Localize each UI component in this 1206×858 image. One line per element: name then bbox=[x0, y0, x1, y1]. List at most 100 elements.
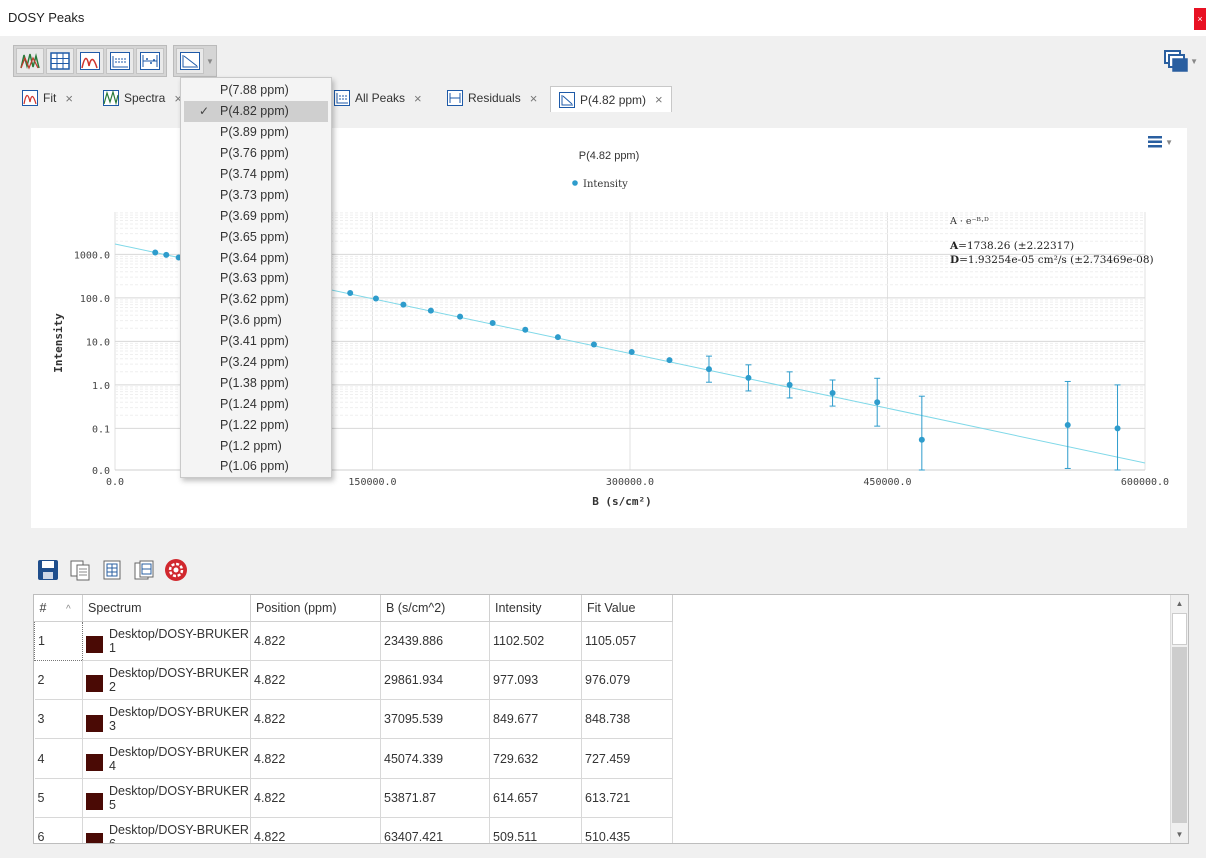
main-toolbar: ▼ bbox=[13, 45, 217, 77]
column-header-spectrum[interactable]: Spectrum bbox=[82, 595, 251, 622]
spectrum-cell: Desktop/DOSY-BRUKER 3 bbox=[82, 699, 251, 740]
table-export-icon[interactable] bbox=[99, 557, 125, 583]
peak-menu-item-label: P(3.76 ppm) bbox=[220, 146, 289, 161]
peak-menu-item[interactable]: P(7.88 ppm) bbox=[181, 80, 331, 101]
peak-menu-item[interactable]: P(3.74 ppm) bbox=[181, 164, 331, 185]
peak-menu-item[interactable]: P(1.2 ppm) bbox=[181, 435, 331, 456]
residuals-icon[interactable] bbox=[136, 48, 164, 74]
position-cell: 4.822 bbox=[250, 699, 381, 740]
peak-menu-item[interactable]: P(1.38 ppm) bbox=[181, 372, 331, 393]
y-tick-label: 100.0 bbox=[80, 294, 110, 305]
peak-menu-item[interactable]: P(3.89 ppm) bbox=[181, 122, 331, 143]
close-tab-icon[interactable]: × bbox=[414, 91, 422, 106]
tab-spectra[interactable]: Spectra × bbox=[103, 86, 182, 110]
all-peaks-icon bbox=[334, 90, 350, 106]
spectrum-path: Desktop/DOSY-BRUKER bbox=[109, 823, 249, 838]
spectra-view-icon[interactable] bbox=[16, 48, 44, 74]
peak-menu-item[interactable]: P(3.65 ppm) bbox=[181, 226, 331, 247]
data-point bbox=[522, 326, 529, 333]
column-header-b-value[interactable]: B (s/cm^2) bbox=[380, 595, 490, 622]
data-point bbox=[590, 341, 597, 348]
peak-menu-item[interactable]: P(3.73 ppm) bbox=[181, 184, 331, 205]
color-swatch[interactable] bbox=[86, 675, 103, 693]
color-swatch[interactable] bbox=[86, 714, 103, 732]
window-layout-button[interactable]: ▼ bbox=[1164, 50, 1198, 72]
row-index: 4 bbox=[34, 738, 83, 779]
settings-icon[interactable] bbox=[163, 557, 189, 583]
peak-menu-item-label: P(3.73 ppm) bbox=[220, 187, 289, 202]
column-header-index[interactable]: # ^ bbox=[34, 595, 83, 622]
check-icon: ✓ bbox=[199, 103, 210, 118]
peak-menu-item[interactable]: P(3.41 ppm) bbox=[181, 331, 331, 352]
tab-fit[interactable]: Fit × bbox=[22, 86, 73, 110]
table-row[interactable]: 1 Desktop/DOSY-BRUKER 1 4.822 23439.886 1102.… bbox=[34, 620, 673, 661]
data-point bbox=[457, 313, 464, 320]
peak-menu-item[interactable]: P(3.76 ppm) bbox=[181, 143, 331, 164]
peak-menu-item[interactable]: P(1.24 ppm) bbox=[181, 393, 331, 414]
table-scrollbar[interactable]: ▲ ▼ bbox=[1170, 595, 1188, 843]
spectrum-number: 3 bbox=[109, 719, 116, 734]
data-point bbox=[489, 319, 496, 326]
spectrum-path: Desktop/DOSY-BRUKER bbox=[109, 665, 249, 680]
all-peaks-icon[interactable] bbox=[106, 48, 134, 74]
intensity-cell: 509.511 bbox=[489, 817, 582, 843]
spectrum-path: Desktop/DOSY-BRUKER bbox=[109, 626, 249, 641]
peak-menu-item-label: P(1.24 ppm) bbox=[220, 396, 289, 411]
data-point bbox=[163, 251, 170, 258]
peak-menu-item[interactable]: P(3.64 ppm) bbox=[181, 247, 331, 268]
chevron-down-icon: ▼ bbox=[206, 56, 214, 66]
fit-curve-icon[interactable] bbox=[76, 48, 104, 74]
intensity-cell: 1102.502 bbox=[489, 621, 582, 661]
fit-param-a: A=1738.26 (±2.22317) bbox=[949, 240, 1074, 252]
table-row[interactable]: 2 Desktop/DOSY-BRUKER 2 4.822 29861.934 977.0… bbox=[34, 660, 673, 701]
column-header-fit-value[interactable]: Fit Value bbox=[581, 595, 673, 622]
peak-menu-item[interactable]: ✓ P(4.82 ppm) bbox=[184, 100, 328, 122]
peak-menu-item[interactable]: P(3.69 ppm) bbox=[181, 205, 331, 226]
table-row[interactable]: 3 Desktop/DOSY-BRUKER 3 4.822 37095.539 849.6… bbox=[34, 699, 673, 740]
table-icon[interactable] bbox=[46, 48, 74, 74]
peak-menu-item-label: P(4.82 ppm) bbox=[220, 104, 289, 119]
row-index: 2 bbox=[34, 660, 83, 701]
table-row[interactable]: 4 Desktop/DOSY-BRUKER 4 4.822 45074.339 729.6… bbox=[34, 738, 673, 779]
peak-menu-item[interactable]: P(1.22 ppm) bbox=[181, 414, 331, 435]
peak-menu-item[interactable]: P(3.6 ppm) bbox=[181, 310, 331, 331]
column-header-intensity[interactable]: Intensity bbox=[489, 595, 582, 622]
tab-p-4-82-ppm[interactable]: P(4.82 ppm) × bbox=[550, 86, 672, 112]
color-swatch[interactable] bbox=[86, 754, 103, 772]
column-header-position[interactable]: Position (ppm) bbox=[250, 595, 381, 622]
sort-ascending-icon: ^ bbox=[65, 603, 71, 615]
peak-menu-item[interactable]: P(3.63 ppm) bbox=[181, 268, 331, 289]
data-point bbox=[786, 381, 793, 388]
peak-menu-item-label: P(7.88 ppm) bbox=[220, 83, 289, 98]
tab-residuals[interactable]: Residuals × bbox=[447, 86, 537, 110]
plot-dropdown-button[interactable]: ▼ bbox=[173, 45, 217, 77]
scroll-up-icon[interactable]: ▲ bbox=[1171, 595, 1188, 612]
b-value-cell: 45074.339 bbox=[380, 738, 490, 779]
scroll-track[interactable] bbox=[1172, 647, 1187, 823]
table-row[interactable]: 5 Desktop/DOSY-BRUKER 5 4.822 53871.87 614.65… bbox=[34, 778, 673, 818]
scroll-down-icon[interactable]: ▼ bbox=[1171, 826, 1188, 843]
scroll-thumb[interactable] bbox=[1172, 613, 1187, 645]
table-row[interactable]: 6Desktop/DOSY-BRUKER64.82263407.421509.5… bbox=[34, 817, 673, 843]
data-point bbox=[1064, 421, 1071, 428]
table-header-row: # ^ Spectrum Position (ppm) B (s/cm^2) I… bbox=[34, 595, 673, 622]
paste-icon[interactable] bbox=[131, 557, 157, 583]
close-button[interactable]: × bbox=[1194, 8, 1206, 30]
close-tab-icon[interactable]: × bbox=[530, 91, 538, 106]
color-swatch[interactable] bbox=[86, 793, 103, 811]
row-index: 3 bbox=[34, 699, 83, 740]
row-index: 1 bbox=[34, 620, 83, 661]
close-tab-icon[interactable]: × bbox=[65, 91, 73, 106]
chart-menu-button[interactable]: ▼ bbox=[1148, 136, 1173, 148]
peak-menu-item[interactable]: P(3.24 ppm) bbox=[181, 352, 331, 373]
b-value-cell: 37095.539 bbox=[380, 699, 490, 740]
color-swatch[interactable] bbox=[86, 636, 103, 654]
close-tab-icon[interactable]: × bbox=[655, 92, 663, 107]
save-icon[interactable] bbox=[35, 557, 61, 583]
copy-icon[interactable] bbox=[67, 557, 93, 583]
peak-menu-item[interactable]: P(1.06 ppm) bbox=[181, 456, 331, 477]
color-swatch[interactable] bbox=[86, 832, 103, 843]
peak-menu-item[interactable]: P(3.62 ppm) bbox=[181, 289, 331, 310]
tab-all-peaks[interactable]: All Peaks × bbox=[334, 86, 422, 110]
spectrum-number: 5 bbox=[109, 797, 116, 812]
